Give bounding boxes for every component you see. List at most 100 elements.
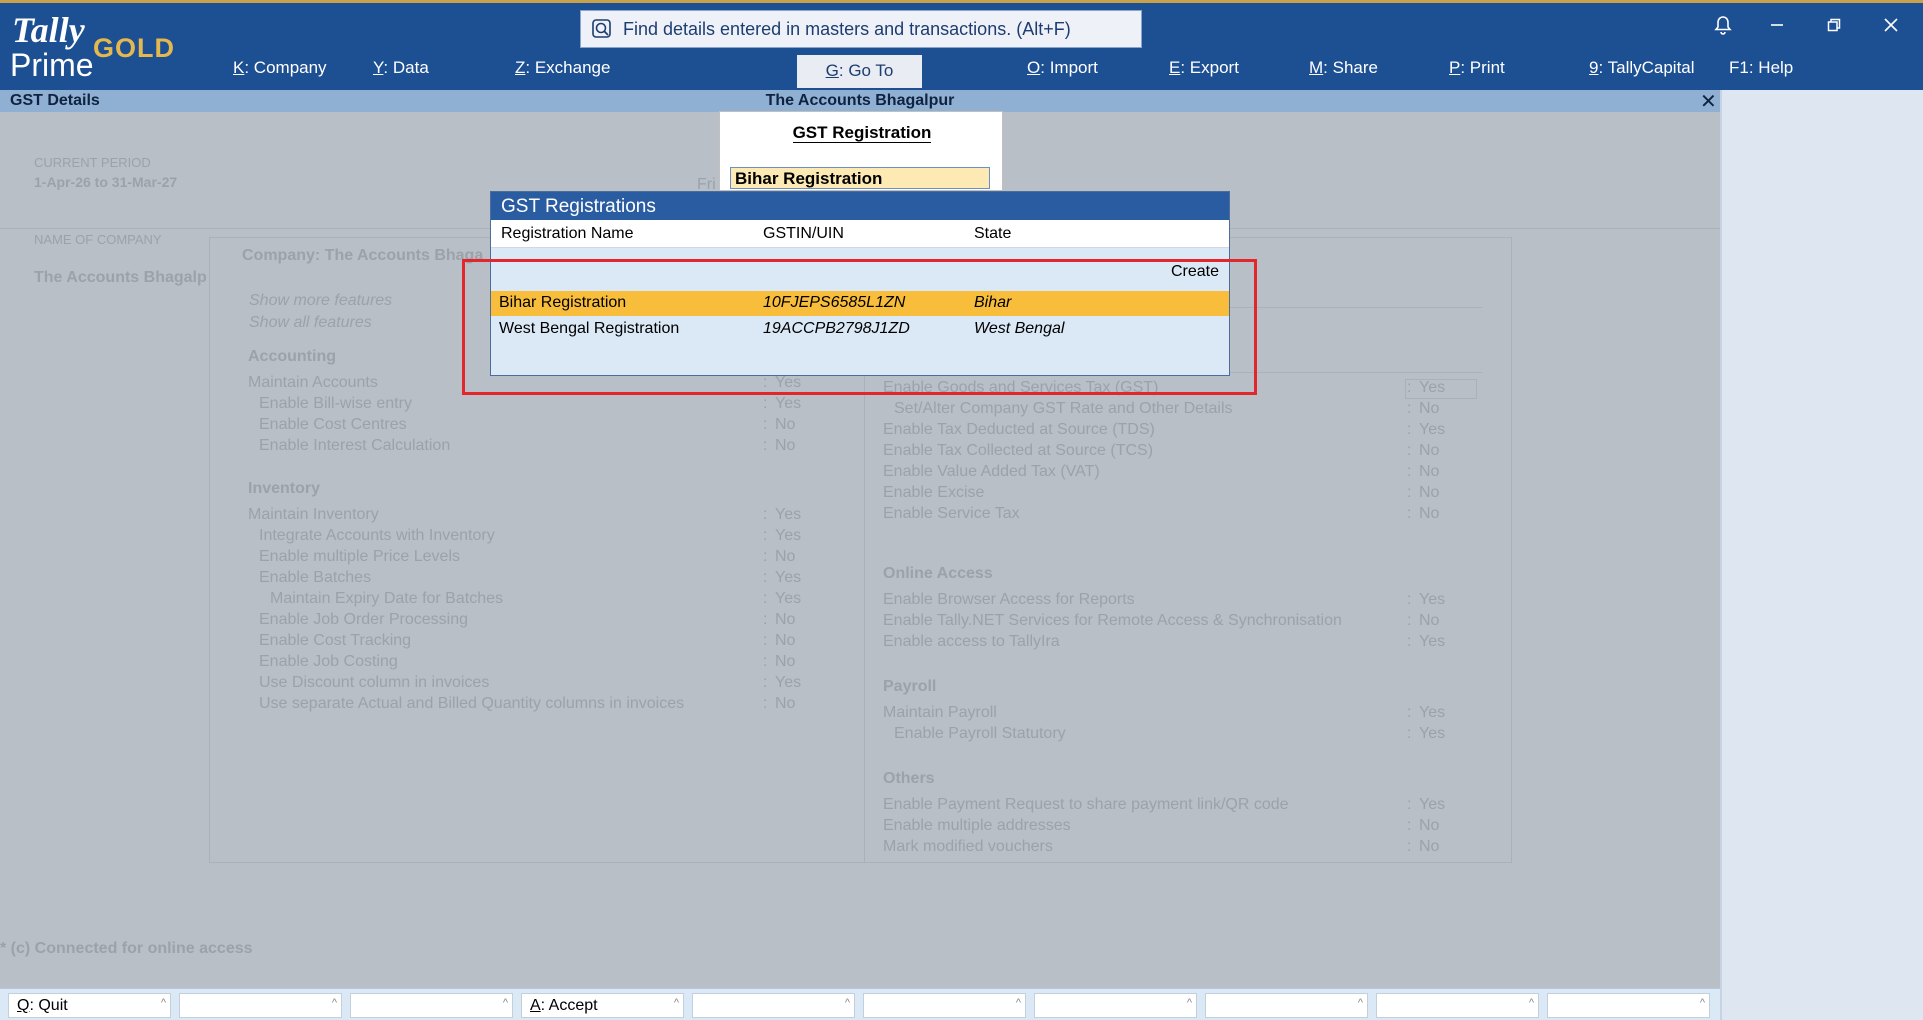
menu-export[interactable]: E: Export	[1169, 58, 1239, 78]
footer-button-empty[interactable]: ^	[1205, 993, 1368, 1018]
menu-company[interactable]: K: Company	[233, 58, 327, 78]
feature-label: Enable Service Tax	[883, 505, 1020, 522]
feature-value[interactable]: No	[1419, 442, 1439, 460]
menu-data[interactable]: Y: Data	[373, 58, 429, 78]
feature-label: Maintain Accounts	[248, 374, 378, 391]
feature-value[interactable]: No	[1419, 612, 1439, 630]
feature-value[interactable]: No	[1419, 484, 1439, 502]
feature-colon: :	[1407, 704, 1412, 721]
feature-colon: :	[1407, 421, 1412, 438]
minimize-icon[interactable]	[1762, 15, 1792, 38]
feature-label: Maintain Expiry Date for Batches	[270, 590, 503, 607]
section-heading: Inventory	[248, 480, 321, 497]
menu-share[interactable]: M: Share	[1309, 58, 1378, 78]
highlight-box	[462, 259, 1257, 395]
feature-value[interactable]: No	[775, 437, 795, 455]
feature-value[interactable]: Yes	[775, 569, 801, 587]
footer-button-accept[interactable]: A: Accept ^	[521, 993, 684, 1018]
menu-help[interactable]: F1: Help	[1729, 58, 1793, 78]
feature-label: Enable Tally.NET Services for Remote Acc…	[883, 612, 1342, 629]
feature-label: Enable Job Order Processing	[259, 611, 468, 628]
feature-value[interactable]: Yes	[775, 506, 801, 524]
feature-value[interactable]: Yes	[1419, 633, 1445, 651]
feature-label: Use Discount column in invoices	[259, 674, 490, 691]
feature-value[interactable]: Yes	[1419, 704, 1445, 722]
feature-value[interactable]: Yes	[775, 395, 801, 413]
feature-label: Mark modified vouchers	[883, 838, 1053, 855]
feature-value[interactable]: No	[775, 653, 795, 671]
menu-print[interactable]: P: Print	[1449, 58, 1505, 78]
feature-label: Enable Payroll Statutory	[894, 725, 1066, 742]
footer-button-empty[interactable]: ^	[350, 993, 513, 1018]
feature-value[interactable]: No	[775, 695, 795, 713]
feature-value[interactable]: No	[1419, 463, 1439, 481]
feature-label: Enable Batches	[259, 569, 372, 586]
feature-value[interactable]: No	[1419, 400, 1439, 418]
feature-colon: :	[1407, 463, 1412, 480]
footer-button-empty[interactable]: ^	[179, 993, 342, 1018]
feature-colon: :	[1407, 633, 1412, 650]
company-title: The Accounts Bhagalpur	[765, 92, 955, 109]
feature-value[interactable]: No	[775, 548, 795, 566]
feature-value[interactable]: No	[775, 416, 795, 434]
show-all-features[interactable]: Show all features	[249, 314, 372, 332]
screen-title: GST Details	[10, 92, 100, 109]
caret-up-icon: ^	[160, 997, 166, 1009]
feature-value[interactable]: No	[1419, 505, 1439, 523]
footer-button-empty[interactable]: ^	[692, 993, 855, 1018]
menu-import[interactable]: O: Import	[1027, 58, 1098, 78]
feature-value[interactable]: Yes	[1419, 421, 1445, 439]
section-heading: Online Access	[883, 565, 993, 582]
shortcut-key: A	[530, 997, 541, 1014]
feature-value[interactable]: No	[1419, 817, 1439, 835]
feature-colon: :	[763, 395, 768, 412]
feature-value[interactable]: Yes	[1419, 591, 1445, 609]
feature-colon: :	[763, 653, 768, 670]
feature-value[interactable]: Yes	[775, 590, 801, 608]
restore-icon[interactable]	[1819, 15, 1849, 38]
close-window-icon[interactable]	[1876, 15, 1906, 38]
feature-colon: :	[763, 506, 768, 523]
menu-goto[interactable]: G: Go To	[797, 55, 922, 88]
search-placeholder: Find details entered in masters and tran…	[623, 18, 1071, 39]
caret-up-icon: ^	[673, 997, 679, 1009]
feature-value[interactable]: Yes	[1419, 796, 1445, 814]
feature-value[interactable]: Yes	[1419, 379, 1445, 397]
feature-label: Enable Tax Collected at Source (TCS)	[883, 442, 1154, 459]
screen-title-bar: The Accounts Bhagalpur GST Details ✕	[0, 89, 1720, 114]
feature-colon: :	[1407, 505, 1412, 522]
feature-label: Enable Payment Request to share payment …	[883, 796, 1289, 813]
feature-colon: :	[763, 527, 768, 544]
feature-colon: :	[763, 569, 768, 586]
current-period-value: 1-Apr-26 to 31-Mar-27	[34, 174, 178, 190]
footer-button-quit[interactable]: Q: Quit ^	[8, 993, 171, 1018]
feature-value[interactable]: No	[775, 611, 795, 629]
bell-icon[interactable]	[1708, 15, 1738, 41]
features-title: Company: The Accounts Bhaga	[242, 247, 484, 264]
button-label: : Quit	[29, 997, 68, 1014]
footer-button-empty[interactable]: ^	[1376, 993, 1539, 1018]
feature-colon: :	[763, 548, 768, 565]
gst-registration-input[interactable]: Bihar Registration	[730, 167, 990, 189]
search-bar[interactable]: Find details entered in masters and tran…	[580, 10, 1142, 48]
feature-value[interactable]: Yes	[775, 674, 801, 692]
feature-value[interactable]: No	[775, 632, 795, 650]
feature-value[interactable]: Yes	[775, 527, 801, 545]
close-screen-icon[interactable]: ✕	[1700, 89, 1717, 114]
feature-value[interactable]: No	[1419, 838, 1439, 856]
company-name-label: NAME OF COMPANY	[34, 232, 162, 247]
footer-button-empty[interactable]: ^	[1547, 993, 1710, 1018]
feature-value[interactable]: Yes	[1419, 725, 1445, 743]
caret-up-icon: ^	[1186, 997, 1192, 1009]
footer-button-empty[interactable]: ^	[1034, 993, 1197, 1018]
feature-colon: :	[1407, 838, 1412, 855]
shortcut-key: Q	[17, 997, 30, 1014]
feature-colon: :	[763, 674, 768, 691]
feature-label: Enable Cost Tracking	[259, 632, 412, 649]
footer-button-empty[interactable]: ^	[863, 993, 1026, 1018]
menu-tallycapital[interactable]: 9: TallyCapital	[1589, 58, 1695, 78]
menu-exchange[interactable]: Z: Exchange	[515, 58, 610, 78]
feature-label: Enable multiple Price Levels	[259, 548, 460, 565]
show-more-features[interactable]: Show more features	[249, 292, 392, 310]
feature-label: Enable Interest Calculation	[259, 437, 451, 454]
